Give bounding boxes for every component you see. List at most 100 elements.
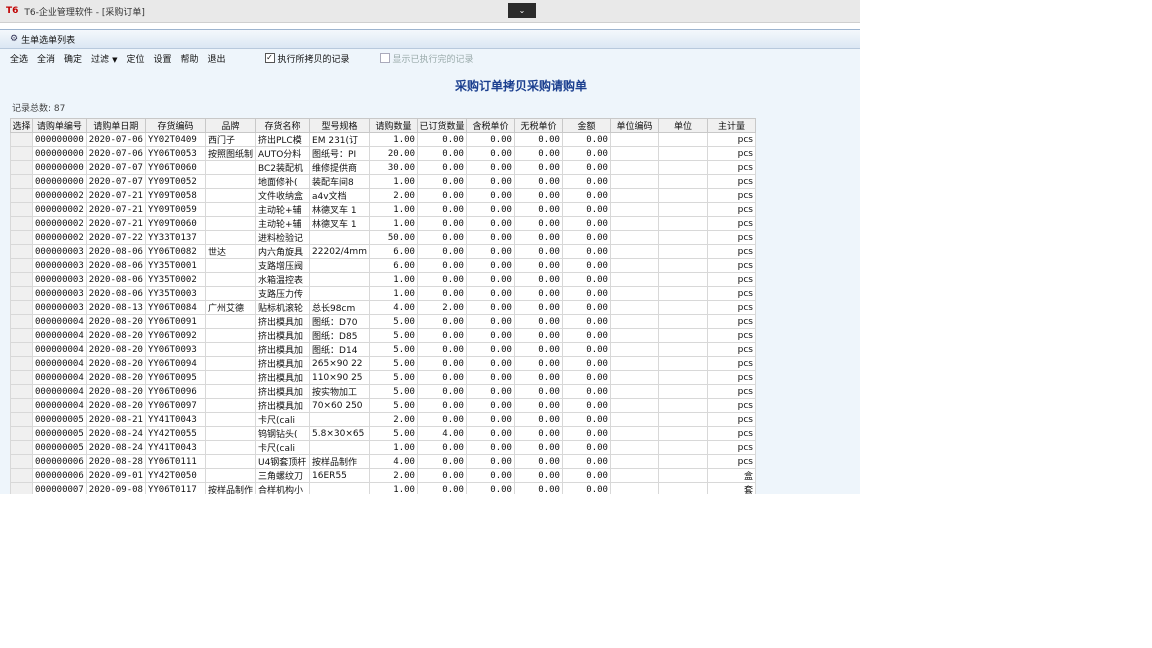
cell-select[interactable]	[10, 216, 33, 231]
cell-select[interactable]	[10, 314, 33, 329]
show-executed-checkbox[interactable]: 显示已执行完的记录	[379, 52, 474, 65]
cell-select[interactable]	[10, 132, 33, 147]
table-row[interactable]: 000000004 2020-08-20 YY06T0096 挤出模具加 按实物加工 5.…	[10, 384, 756, 399]
cell-main-unit: pcs	[706, 202, 756, 217]
cell-select[interactable]	[10, 440, 33, 455]
cell-ordered-qty: 0.00	[416, 342, 467, 357]
column-header-request-no[interactable]: 请购单编号	[32, 118, 87, 133]
cell-select[interactable]	[10, 412, 33, 427]
column-header-request-date[interactable]: 请购单日期	[85, 118, 146, 133]
cell-select[interactable]	[10, 272, 33, 287]
cell-select[interactable]	[10, 342, 33, 357]
exec-all-checkbox[interactable]: ✓ 执行所拷贝的记录	[264, 52, 350, 65]
cell-brand: 西门子	[204, 132, 256, 147]
confirm-button[interactable]: 确定	[64, 52, 82, 65]
column-header-unit[interactable]: 单位	[657, 118, 708, 133]
cell-select[interactable]	[10, 160, 33, 175]
cell-select[interactable]	[10, 384, 33, 399]
cell-select[interactable]	[10, 230, 33, 245]
table-row[interactable]: 000000003 2020-08-13 YY06T0084 广州艾德 贴标机滚轮 总长9…	[10, 300, 756, 315]
table-row[interactable]: 000000004 2020-08-20 YY06T0094 挤出模具加 265×90 …	[10, 356, 756, 371]
table-row[interactable]: 000000006 2020-09-01 YY42T0050 三角螺纹刀 16ER55 2…	[10, 468, 756, 483]
cell-request-no: 000000003	[32, 300, 87, 315]
exit-button[interactable]: 退出	[208, 52, 226, 65]
column-header-tax-price[interactable]: 含税单价	[465, 118, 515, 133]
window-dropdown-button[interactable]: ⌄	[508, 3, 536, 18]
cell-main-unit: pcs	[706, 440, 756, 455]
table-row[interactable]: 000000002 2020-07-21 YY09T0058 文件收纳盒 a4v文档 2.…	[10, 188, 756, 203]
column-header-select[interactable]: 选择	[10, 118, 33, 133]
column-header-item-name[interactable]: 存货名称	[254, 118, 311, 133]
cell-select[interactable]	[10, 286, 33, 301]
table-row[interactable]: 000000003 2020-08-06 YY35T0003 支路压力传 1.00 0.0…	[10, 286, 756, 301]
cell-item-name: 内六角旋具	[254, 244, 311, 259]
table-row[interactable]: 000000004 2020-08-20 YY06T0095 挤出模具加 110×90 …	[10, 370, 756, 385]
cell-select[interactable]	[10, 356, 33, 371]
cell-model-spec: 70×60 250	[309, 398, 370, 413]
cell-select[interactable]	[10, 146, 33, 161]
table-row[interactable]: 000000005 2020-08-24 YY42T0055 钨钢钻头(5.8×30×…	[10, 426, 756, 441]
cell-select[interactable]	[10, 398, 33, 413]
table-row[interactable]: 000000004 2020-08-20 YY06T0091 挤出模具加 图纸：D70 5…	[10, 314, 756, 329]
table-row[interactable]: 000000002 2020-07-21 YY09T0060 主动轮+辅 林德叉车 11…	[10, 216, 756, 231]
cell-unit-code	[609, 286, 659, 301]
cell-select[interactable]	[10, 454, 33, 469]
cell-select[interactable]	[10, 426, 33, 441]
cell-amount: 0.00	[561, 230, 611, 245]
cell-select[interactable]	[10, 370, 33, 385]
cell-request-no: 000000003	[32, 258, 87, 273]
select-all-button[interactable]: 全选	[10, 52, 28, 65]
table-row[interactable]: 000000000 2020-07-07 YY09T0052 地面修补(装配车间8 1.…	[10, 174, 756, 189]
table-row[interactable]: 000000005 2020-08-21 YY41T0043 卡尺(cali 2.00 0…	[10, 412, 756, 427]
help-button[interactable]: 帮助	[180, 52, 198, 65]
cell-net-price: 0.00	[513, 188, 563, 203]
cell-main-unit: pcs	[706, 272, 756, 287]
cell-amount: 0.00	[561, 454, 611, 469]
cell-select[interactable]	[10, 202, 33, 217]
cell-select[interactable]	[10, 482, 33, 494]
column-header-net-price[interactable]: 无税单价	[513, 118, 563, 133]
cell-select[interactable]	[10, 174, 33, 189]
cell-select[interactable]	[10, 244, 33, 259]
table-row[interactable]: 000000000 2020-07-06 YY02T0409 西门子 挤出PLC模 EM …	[10, 132, 756, 147]
column-header-brand[interactable]: 品牌	[204, 118, 256, 133]
column-header-amount[interactable]: 金额	[561, 118, 611, 133]
table-row[interactable]: 000000004 2020-08-20 YY06T0093 挤出模具加 图纸：D14 5…	[10, 342, 756, 357]
table-row[interactable]: 000000003 2020-08-06 YY06T0082 世达 内六角旋具 22202…	[10, 244, 756, 259]
cell-select[interactable]	[10, 188, 33, 203]
table-row[interactable]: 000000007 2020-09-08 YY06T0117 按样品制作 合样机构小 1.…	[10, 482, 756, 494]
cell-select[interactable]	[10, 328, 33, 343]
table-row[interactable]: 000000003 2020-08-06 YY35T0001 支路增压阀 6.00 0.0…	[10, 258, 756, 273]
locate-button[interactable]: 定位	[126, 52, 144, 65]
table-row[interactable]: 000000004 2020-08-20 YY06T0097 挤出模具加 70×60 2…	[10, 398, 756, 413]
table-row[interactable]: 000000003 2020-08-06 YY35T0002 水箱温控表 1.00 0.0…	[10, 272, 756, 287]
cell-select[interactable]	[10, 300, 33, 315]
cell-select[interactable]	[10, 468, 33, 483]
column-header-unit-code[interactable]: 单位编码	[609, 118, 659, 133]
cell-request-qty: 5.00	[368, 384, 418, 399]
table-row[interactable]: 000000002 2020-07-22 YY33T0137 进料检验记 50.00 0.…	[10, 230, 756, 245]
table-row[interactable]: 000000004 2020-08-20 YY06T0092 挤出模具加 图纸：D85 5…	[10, 328, 756, 343]
cell-model-spec: 维修提供商	[309, 160, 370, 175]
table-row[interactable]: 000000000 2020-07-07 YY06T0060 BC2装配机 维修提供商 3…	[10, 160, 756, 175]
table-row[interactable]: 000000002 2020-07-21 YY09T0059 主动轮+辅 林德叉车 11…	[10, 202, 756, 217]
column-header-model-spec[interactable]: 型号规格	[309, 118, 370, 133]
column-header-main-unit[interactable]: 主计量	[706, 118, 756, 133]
column-header-item-code[interactable]: 存货编码	[144, 118, 206, 133]
clear-all-button[interactable]: 全消	[37, 52, 55, 65]
table-row[interactable]: 000000006 2020-08-28 YY06T0111 U4钢套顶杆 按样品制作 4…	[10, 454, 756, 469]
settings-button[interactable]: 设置	[153, 52, 171, 65]
cell-model-spec	[309, 230, 370, 245]
column-header-ordered-qty[interactable]: 已订货数量	[416, 118, 467, 133]
column-header-request-qty[interactable]: 请购数量	[368, 118, 418, 133]
cell-select[interactable]	[10, 258, 33, 273]
cell-unit	[657, 412, 708, 427]
cell-ordered-qty: 4.00	[416, 426, 467, 441]
table-row[interactable]: 000000000 2020-07-06 YY06T0053 按照图纸制 AUTO分料图…	[10, 146, 756, 161]
filter-button[interactable]: 过滤 ▼	[91, 52, 117, 65]
cell-ordered-qty: 0.00	[416, 230, 467, 245]
cell-item-code: YY02T0409	[144, 132, 206, 147]
table-row[interactable]: 000000005 2020-08-24 YY41T0043 卡尺(cali 1.00 0…	[10, 440, 756, 455]
cell-request-date: 2020-08-13	[85, 300, 146, 315]
cell-item-name: 支路增压阀	[254, 258, 311, 273]
